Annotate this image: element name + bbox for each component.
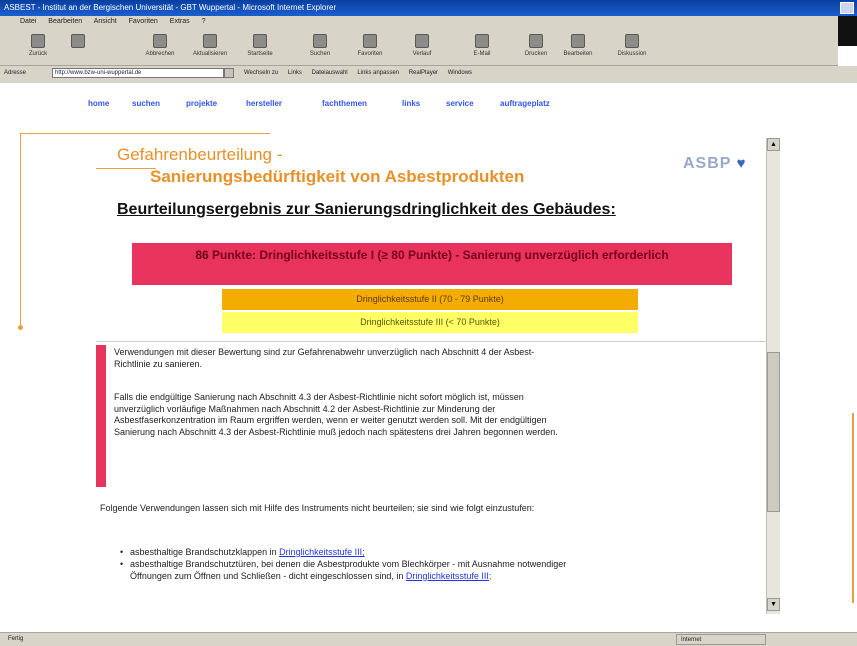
menu-extras[interactable]: Extras xyxy=(170,18,190,25)
scroll-up-icon[interactable]: ▲ xyxy=(767,138,780,151)
urgency-link[interactable]: Dringlichkeitsstufe III; xyxy=(279,547,365,557)
logo: ASBP ♥ xyxy=(683,155,747,172)
bullet-icon: • xyxy=(120,559,124,569)
nav-hersteller[interactable]: hersteller xyxy=(246,99,282,108)
discuss-button[interactable]: Diskussion xyxy=(612,32,652,64)
search-icon xyxy=(313,34,327,48)
discuss-icon xyxy=(625,34,639,48)
heart-icon: ♥ xyxy=(736,155,747,172)
address-label: Adresse xyxy=(4,70,27,76)
links-item[interactable]: Windows xyxy=(448,70,472,76)
address-input[interactable]: http://www.bzw-uni-wuppertal.de xyxy=(52,68,224,78)
result-heading: Beurteilungsergebnis zur Sanierungsdring… xyxy=(117,201,616,218)
history-button[interactable]: Verlauf xyxy=(402,32,442,64)
list-item: • asbesthaltige Brandschutzklappen in Dr… xyxy=(120,547,365,557)
scroll-down-icon[interactable]: ▼ xyxy=(767,598,780,611)
vertical-scrollbar[interactable]: ▲ ▼ xyxy=(766,138,780,614)
list-item: • asbesthaltige Brandschutztüren, bei de… xyxy=(120,559,567,581)
menu-ansicht[interactable]: Ansicht xyxy=(94,18,117,25)
chevron-down-icon[interactable] xyxy=(224,68,234,78)
window-title: ASBEST - Institut an der Bergischen Univ… xyxy=(4,3,337,12)
print-button[interactable]: Drucken xyxy=(516,32,556,64)
nav-service[interactable]: service xyxy=(446,99,474,108)
security-zone: Internet xyxy=(676,634,766,645)
bullet-icon: • xyxy=(120,547,124,557)
edit-icon xyxy=(571,34,585,48)
mail-button[interactable]: E-Mail xyxy=(462,32,502,64)
window-titlebar: ASBEST - Institut an der Bergischen Univ… xyxy=(0,0,857,16)
print-icon xyxy=(529,34,543,48)
menu-datei[interactable]: Datei xyxy=(20,18,36,25)
decor-line xyxy=(96,168,156,169)
toolbar: Zurück Abbrechen Aktualisieren Startseit… xyxy=(0,28,838,66)
browser-throbber xyxy=(838,16,857,46)
links-bar: Wechseln zu Links Dateiauswahl Links anp… xyxy=(244,66,480,80)
decor-dot xyxy=(18,325,23,330)
home-icon xyxy=(253,34,267,48)
address-bar: Adresse http://www.bzw-uni-wuppertal.de … xyxy=(0,66,857,80)
history-icon xyxy=(415,34,429,48)
stop-button[interactable]: Abbrechen xyxy=(140,32,180,64)
score-points: 86 xyxy=(195,248,209,262)
stop-icon xyxy=(153,34,167,48)
nav-home[interactable]: home xyxy=(88,99,109,108)
forward-icon xyxy=(71,34,85,48)
status-bar: Fertig Internet xyxy=(0,632,857,646)
decor-line xyxy=(20,133,21,327)
body-paragraph: Folgende Verwendungen lassen sich mit Hi… xyxy=(100,503,535,513)
favorites-button[interactable]: Favoriten xyxy=(350,32,390,64)
divider xyxy=(96,341,766,342)
window-control-button[interactable] xyxy=(840,2,854,14)
nav-links[interactable]: links xyxy=(402,99,420,108)
refresh-icon xyxy=(203,34,217,48)
menu-bearbeiten[interactable]: Bearbeiten xyxy=(48,18,82,25)
page-content: home suchen projekte hersteller fachthem… xyxy=(0,83,857,632)
urgency-level-1: 86 Punkte: Dringlichkeitsstufe I (≥ 80 P… xyxy=(132,243,732,285)
urgency-level-3: Dringlichkeitsstufe III (< 70 Punkte) xyxy=(222,312,638,333)
menu-help[interactable]: ? xyxy=(202,18,206,25)
body-paragraph: Verwendungen mit dieser Bewertung sind z… xyxy=(114,347,535,369)
menu-favoriten[interactable]: Favoriten xyxy=(129,18,158,25)
refresh-button[interactable]: Aktualisieren xyxy=(190,32,230,64)
site-nav: home suchen projekte hersteller fachthem… xyxy=(0,99,857,115)
mail-icon xyxy=(475,34,489,48)
favorites-icon xyxy=(363,34,377,48)
decor-line xyxy=(20,133,270,134)
body-paragraph: Falls die endgültige Sanierung nach Absc… xyxy=(114,392,558,437)
severity-bar xyxy=(96,345,106,487)
back-button[interactable]: Zurück xyxy=(18,32,58,64)
links-item[interactable]: Dateiauswahl xyxy=(312,70,348,76)
nav-suchen[interactable]: suchen xyxy=(132,99,160,108)
page-title-line2: Sanierungsbedürftigkeit von Asbestproduk… xyxy=(150,167,525,186)
nav-projekte[interactable]: projekte xyxy=(186,99,217,108)
nav-fachthemen[interactable]: fachthemen xyxy=(322,99,367,108)
forward-button[interactable] xyxy=(58,32,98,64)
scroll-thumb[interactable] xyxy=(767,352,780,512)
links-item[interactable]: Links anpassen xyxy=(357,70,399,76)
home-button[interactable]: Startseite xyxy=(240,32,280,64)
urgency-level-2: Dringlichkeitsstufe II (70 - 79 Punkte) xyxy=(222,289,638,310)
page-title-line1: Gefahrenbeurteilung - xyxy=(117,145,283,164)
links-item[interactable]: RealPlayer xyxy=(409,70,438,76)
urgency-link[interactable]: Dringlichkeitsstufe III; xyxy=(406,571,492,581)
status-text: Fertig xyxy=(8,636,24,642)
back-icon xyxy=(31,34,45,48)
nav-auftrageplatz[interactable]: auftrageplatz xyxy=(500,99,550,108)
links-item[interactable]: Links xyxy=(288,70,302,76)
edit-button[interactable]: Bearbeiten xyxy=(558,32,598,64)
search-button[interactable]: Suchen xyxy=(300,32,340,64)
urgency-level-1-text: Punkte: Dringlichkeitsstufe I (≥ 80 Punk… xyxy=(212,248,669,262)
decor-line xyxy=(852,413,854,603)
menubar: Datei Bearbeiten Ansicht Favoriten Extra… xyxy=(0,16,838,28)
links-item[interactable]: Wechseln zu xyxy=(244,70,278,76)
